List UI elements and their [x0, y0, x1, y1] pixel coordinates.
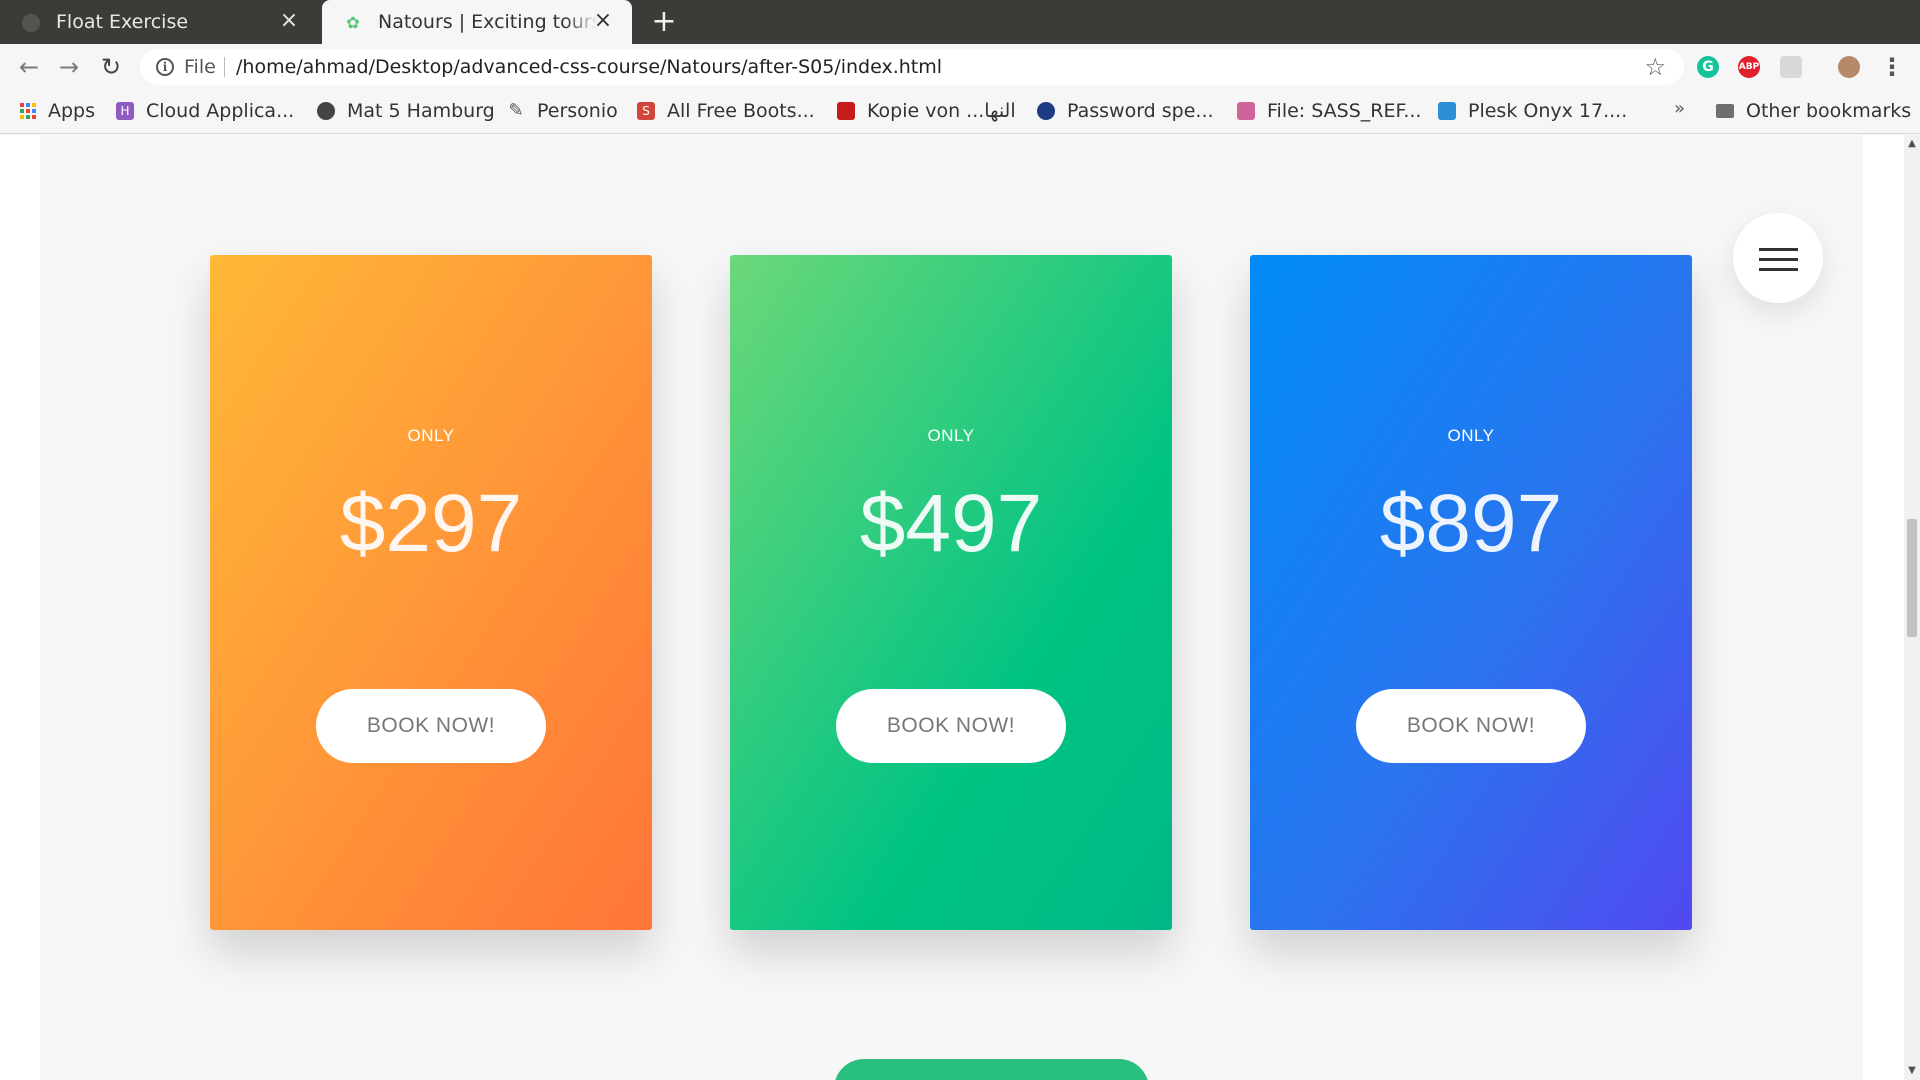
other-bookmarks-folder[interactable]: Other bookmarks	[1716, 98, 1911, 124]
card-only-label: ONLY	[407, 426, 455, 445]
info-icon[interactable]: i	[156, 58, 174, 76]
card-price: $897	[1379, 478, 1563, 569]
bookmark-personio[interactable]: ✎ Personio	[507, 98, 618, 124]
bookmark-label: Mat 5 Hamburg	[347, 100, 495, 122]
book-now-button[interactable]: BOOK NOW!	[1356, 689, 1586, 763]
apps-icon	[20, 103, 36, 119]
pricing-card: ONLY $497 BOOK NOW!	[730, 255, 1172, 930]
browser-toolbar: ← → ↻ i File /home/ahmad/Desktop/advance…	[0, 44, 1920, 90]
grammarly-extension-icon[interactable]: G	[1697, 56, 1719, 78]
scroll-down-arrow-icon[interactable]: ▼	[1906, 1065, 1918, 1077]
close-icon[interactable]: ×	[592, 10, 614, 32]
adblock-extension-icon[interactable]: ABP	[1738, 56, 1760, 78]
bookmark-kopie-von[interactable]: Kopie von ...النها	[837, 98, 1016, 124]
navigation-toggle-button[interactable]	[1733, 213, 1823, 303]
forward-button[interactable]: →	[54, 52, 84, 82]
natours-logo-icon: ✿	[346, 13, 360, 32]
card-price: $497	[859, 478, 1043, 569]
address-bar[interactable]: i File /home/ahmad/Desktop/advanced-css-…	[140, 49, 1684, 85]
bookmark-label: Personio	[537, 100, 618, 122]
bookmark-label: File: SASS_REF...	[1267, 100, 1422, 122]
hamburger-menu-icon	[1759, 248, 1798, 278]
book-now-button[interactable]: BOOK NOW!	[316, 689, 546, 763]
bookmark-sass-ref[interactable]: File: SASS_REF...	[1237, 98, 1421, 124]
pdf-icon	[837, 102, 855, 120]
reload-button[interactable]: ↻	[96, 52, 126, 82]
bookmark-label: Password spe...	[1067, 100, 1214, 122]
pricing-card: ONLY $897 BOOK NOW!	[1250, 255, 1692, 930]
tab-natours[interactable]: ✿ Natours | Exciting tours for adventuro…	[322, 0, 632, 44]
bookmark-apps[interactable]: Apps	[20, 98, 95, 124]
globe-icon	[22, 14, 40, 32]
back-button[interactable]: ←	[14, 52, 44, 82]
url-divider	[224, 57, 225, 77]
pricing-section: ONLY $297 BOOK NOW! ONLY $497 BOOK NOW! …	[40, 135, 1863, 1080]
extension-icon[interactable]	[1780, 56, 1802, 78]
scrollbar-thumb[interactable]	[1907, 519, 1917, 637]
book-now-button[interactable]: BOOK NOW!	[836, 689, 1066, 763]
scroll-up-arrow-icon[interactable]: ▲	[1906, 138, 1918, 150]
card-only-label: ONLY	[927, 426, 975, 445]
bookmark-label: Plesk Onyx 17....	[1468, 100, 1628, 122]
url-scheme: File	[184, 56, 216, 78]
bookmark-plesk-onyx[interactable]: Plesk Onyx 17....	[1438, 98, 1627, 124]
cloud-app-icon: H	[116, 102, 134, 120]
discover-tours-button[interactable]	[834, 1059, 1149, 1080]
bookmarks-bar: Apps H Cloud Applica... Mat 5 Hamburg ✎ …	[0, 90, 1920, 134]
page-scrollbar[interactable]: ▲ ▼	[1904, 135, 1920, 1080]
bookmark-cloud-applica[interactable]: H Cloud Applica...	[116, 98, 294, 124]
s-icon: S	[637, 102, 655, 120]
bookmark-label: Kopie von ...النها	[867, 100, 1016, 122]
bookmark-all-free-boots[interactable]: S All Free Boots...	[637, 98, 815, 124]
tab-float-exercise[interactable]: Float Exercise ×	[0, 0, 318, 44]
url-text[interactable]: /home/ahmad/Desktop/advanced-css-course/…	[236, 56, 942, 78]
bookmark-star-icon[interactable]: ☆	[1644, 53, 1666, 81]
bookmark-label: Cloud Applica...	[146, 100, 295, 122]
card-only-label: ONLY	[1447, 426, 1495, 445]
sass-icon	[1237, 102, 1255, 120]
profile-avatar[interactable]	[1838, 56, 1860, 78]
tab-title: Natours | Exciting tours for adventurous…	[378, 11, 598, 33]
personio-icon: ✎	[508, 100, 524, 121]
pricing-card: ONLY $297 BOOK NOW!	[210, 255, 652, 930]
more-bookmarks-button[interactable]: »	[1674, 98, 1685, 119]
tab-title: Float Exercise	[56, 11, 189, 33]
folder-icon	[1716, 104, 1734, 118]
bookmark-label: All Free Boots...	[667, 100, 815, 122]
bookmark-mat-5-hamburg[interactable]: Mat 5 Hamburg	[317, 98, 495, 124]
card-price: $297	[339, 478, 523, 569]
browser-menu-icon[interactable]: ⋮	[1880, 52, 1904, 82]
password-icon	[1037, 102, 1055, 120]
globe-icon	[317, 102, 335, 120]
page-viewport: ONLY $297 BOOK NOW! ONLY $497 BOOK NOW! …	[0, 135, 1904, 1080]
bookmark-password-spe[interactable]: Password spe...	[1037, 98, 1214, 124]
bookmark-label: Apps	[48, 100, 96, 122]
new-tab-button[interactable]: +	[648, 6, 680, 38]
tab-strip: Float Exercise × ✿ Natours | Exciting to…	[0, 0, 1920, 44]
bookmark-label: Other bookmarks	[1746, 100, 1912, 122]
close-icon[interactable]: ×	[278, 10, 300, 32]
plesk-icon	[1438, 102, 1456, 120]
